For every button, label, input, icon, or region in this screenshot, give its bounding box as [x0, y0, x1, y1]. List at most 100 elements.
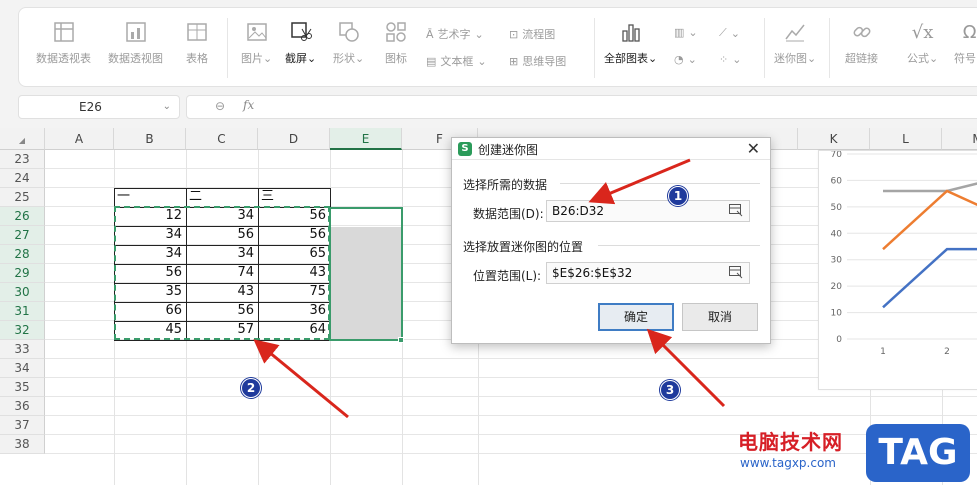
picture-label: 图片⌄ [241, 52, 273, 65]
location-range-label: 位置范围(L): [473, 269, 542, 283]
table-button[interactable]: 表格 [185, 20, 209, 66]
table-label: 表格 [186, 52, 208, 65]
hyperlink-button[interactable]: 超链接 [845, 20, 878, 66]
formula-button[interactable]: √x 公式⌄ [907, 20, 938, 66]
flowchart-button[interactable]: ⊡ 流程图 [509, 26, 555, 42]
series-line[interactable] [882, 247, 977, 309]
cancel-button[interactable]: 取消 [682, 303, 758, 331]
header-cell[interactable]: 三 [258, 188, 330, 207]
fx-icon: fx [243, 98, 255, 112]
fill-handle[interactable] [398, 337, 404, 343]
series-line[interactable] [883, 175, 977, 193]
location-range-input[interactable]: $E$26:$E$32 [546, 262, 750, 284]
column-chart-icon: ▥ [674, 26, 685, 39]
header-cell[interactable]: 二 [186, 188, 258, 207]
y-tick-label: 0 [836, 335, 842, 345]
zoom-icon: ⊖ [215, 99, 226, 113]
pivot-chart-button[interactable]: 数据透视图 [108, 20, 163, 66]
pivot-table-button[interactable]: 数据透视表 [36, 20, 91, 66]
data-range-value: B26:D32 [552, 204, 605, 218]
symbol-button[interactable]: Ω 符号⌄ [954, 20, 977, 66]
shape-button[interactable]: 形状⌄ [333, 20, 364, 66]
pivot-table-label: 数据透视表 [36, 52, 91, 65]
row-header[interactable]: 27 [0, 226, 45, 245]
all-charts-button[interactable]: 全部图表⌄ [604, 20, 657, 66]
textbox-button[interactable]: ▤ 文本框 ⌄ [426, 53, 487, 69]
row-header[interactable]: 36 [0, 397, 45, 416]
sparkline-button[interactable]: 迷你图⌄ [774, 20, 816, 66]
screenshot-button[interactable]: 截屏⌄ [285, 20, 316, 66]
row-header[interactable]: 31 [0, 302, 45, 321]
row-header[interactable]: 37 [0, 416, 45, 435]
column-header[interactable]: C [186, 128, 258, 150]
ok-button[interactable]: 确定 [598, 303, 674, 331]
line-chart[interactable]: 70 60 50 40 30 20 10 0 1 2 [818, 150, 977, 390]
row-header[interactable]: 25 [0, 188, 45, 207]
row-header[interactable]: 23 [0, 150, 45, 169]
pie-chart-button[interactable]: ◔ ⌄ [674, 53, 697, 66]
column-header[interactable]: L [870, 128, 942, 150]
chevron-down-icon: ⌄ [730, 26, 740, 40]
row-header[interactable]: 35 [0, 378, 45, 397]
ribbon-divider [764, 18, 765, 78]
formula-label: 公式⌄ [907, 52, 939, 65]
wordart-label: 艺术字 [437, 28, 471, 41]
column-header[interactable]: D [258, 128, 330, 150]
app-logo-icon: S [458, 142, 472, 156]
scatter-chart-icon: ⁘ [719, 53, 729, 66]
copy-marquee-b26-d32 [114, 206, 330, 340]
line-chart-canvas: 70 60 50 40 30 20 10 0 1 2 [831, 150, 977, 357]
column-chart-button[interactable]: ▥ ⌄ [674, 26, 698, 39]
pie-chart-icon: ◔ [674, 53, 684, 66]
formula-input[interactable]: ⊖ fx [186, 95, 977, 119]
icon-button[interactable]: 图标 [384, 20, 408, 66]
row-header[interactable]: 32 [0, 321, 45, 340]
row-header[interactable]: 34 [0, 359, 45, 378]
picture-button[interactable]: 图片⌄ [241, 20, 272, 66]
row-header[interactable]: 26 [0, 207, 45, 226]
table-icon [185, 20, 209, 44]
chevron-down-icon: ⌄ [474, 27, 484, 41]
close-icon[interactable]: ✕ [747, 139, 760, 158]
row-header[interactable]: 33 [0, 340, 45, 359]
flowchart-label: 流程图 [522, 28, 556, 41]
row-header[interactable]: 24 [0, 169, 45, 188]
column-header-selected[interactable]: E [330, 128, 402, 150]
active-selection-e26-e32[interactable] [329, 207, 403, 341]
series-line[interactable] [882, 189, 977, 251]
section-divider [560, 183, 760, 184]
column-header[interactable]: B [114, 128, 186, 150]
range-picker-icon[interactable] [729, 204, 743, 217]
y-tick-label: 30 [831, 256, 843, 266]
mindmap-icon: ⊞ [509, 54, 519, 68]
textbox-icon: ▤ [426, 54, 437, 68]
mindmap-button[interactable]: ⊞ 思维导图 [509, 53, 566, 69]
data-range-input[interactable]: B26:D32 [546, 200, 750, 222]
step-1-callout: 1 [668, 186, 688, 206]
omega-icon: Ω [962, 21, 977, 43]
column-header[interactable]: A [45, 128, 114, 150]
chevron-down-icon: ⌄ [688, 26, 698, 39]
section-data-title: 选择所需的数据 [463, 178, 548, 192]
column-header[interactable]: K [798, 128, 870, 150]
all-charts-label: 全部图表⌄ [604, 52, 658, 65]
y-tick-label: 60 [831, 176, 843, 186]
select-all-corner[interactable]: ◢ [0, 128, 45, 150]
ribbon-toolbar: 数据透视表 数据透视图 表格 图片⌄ 截屏⌄ 形状⌄ 图标 Ā 艺术字 ⌄ ▤ 文本框… [18, 7, 977, 87]
row-header[interactable]: 29 [0, 264, 45, 283]
header-cell[interactable]: 一 [114, 188, 186, 207]
bar-chart-icon [619, 20, 643, 44]
row-header[interactable]: 30 [0, 283, 45, 302]
section-location-title: 选择放置迷你图的位置 [463, 240, 584, 254]
wordart-button[interactable]: Ā 艺术字 ⌄ [426, 26, 484, 42]
watermark-url: www.tagxp.com [740, 456, 836, 470]
column-header[interactable]: M [942, 128, 977, 150]
row-header[interactable]: 38 [0, 435, 45, 454]
watermark: 电脑技术网 www.tagxp.com TAG [738, 422, 977, 485]
name-box[interactable]: E26 ⌄ [18, 95, 180, 119]
line-chart-button[interactable]: ⟋ ⌄ [719, 26, 740, 40]
y-tick-label: 20 [831, 282, 843, 292]
scatter-chart-button[interactable]: ⁘ ⌄ [719, 53, 741, 66]
row-header[interactable]: 28 [0, 245, 45, 264]
range-picker-icon[interactable] [729, 266, 743, 279]
